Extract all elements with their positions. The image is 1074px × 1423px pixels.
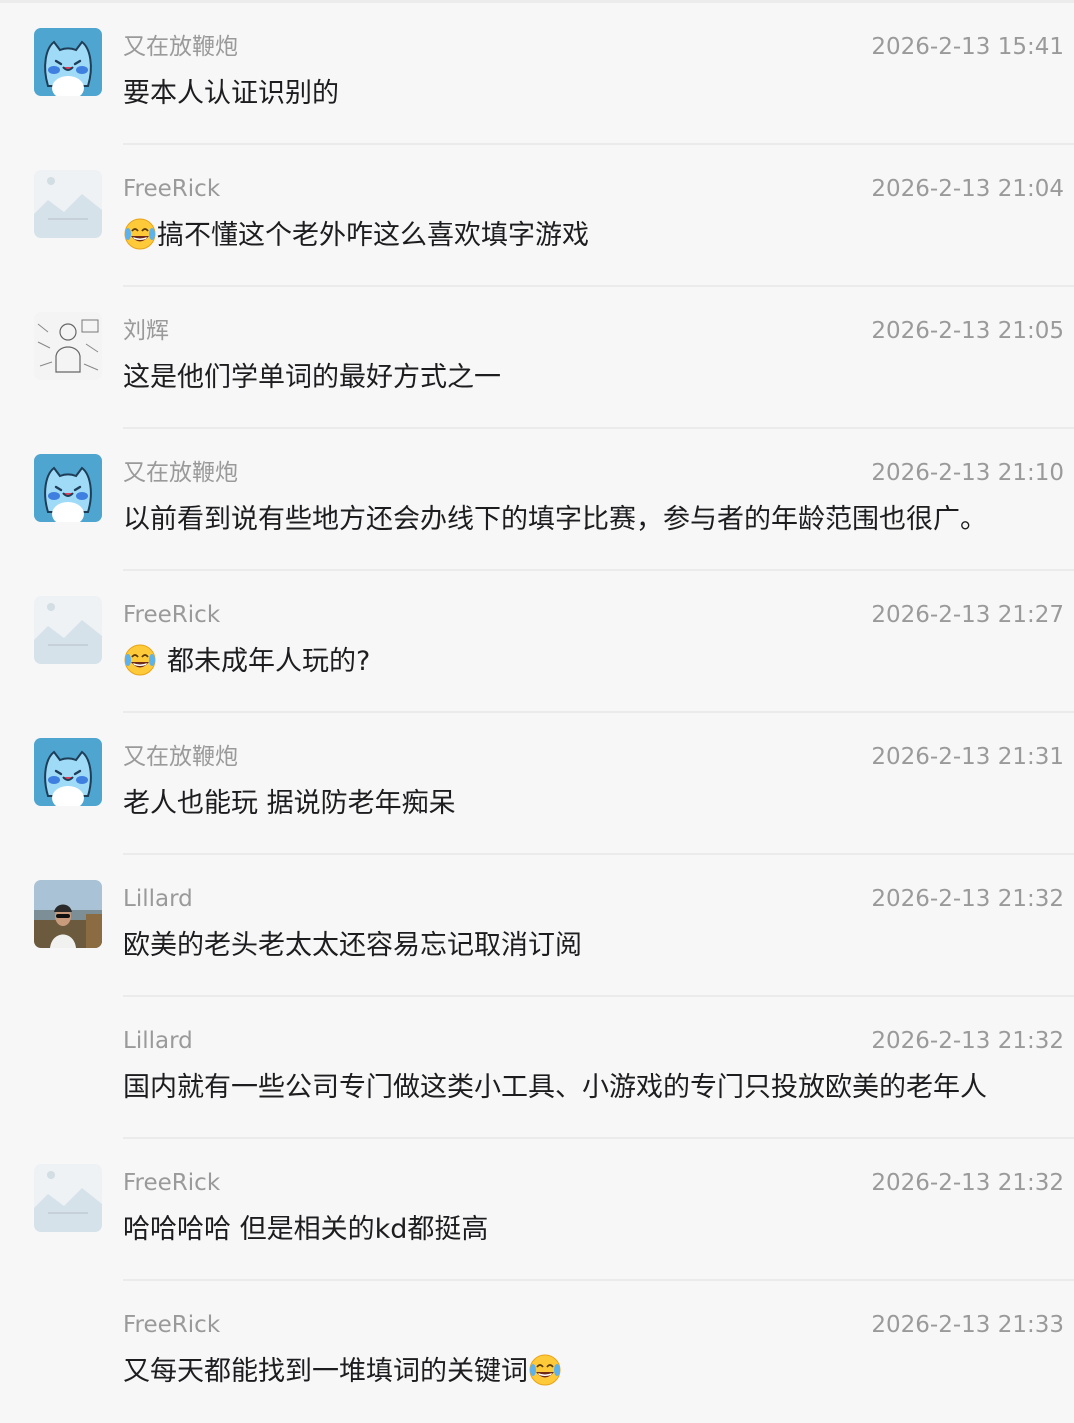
comment-author[interactable]: 又在放鞭炮 (123, 741, 238, 773)
user-avatar[interactable] (34, 28, 102, 96)
comment-author[interactable]: Lillard (123, 883, 193, 915)
tears-of-joy-emoji-icon (528, 1353, 562, 1387)
comment-text: 都未成年人玩的? (167, 646, 371, 677)
comment-timestamp: 2026-2-13 15:41 (871, 34, 1064, 60)
sketch-icon (34, 312, 102, 380)
comment-author[interactable]: FreeRick (123, 173, 220, 205)
comment-timestamp: 2026-2-13 21:32 (871, 1170, 1064, 1196)
comment-content: 搞不懂这个老外咋这么喜欢填字游戏 (123, 217, 1054, 255)
user-avatar[interactable] (34, 312, 102, 380)
comment-content: 都未成年人玩的? (123, 643, 1054, 681)
cat-icon (34, 738, 102, 806)
comment-author[interactable]: FreeRick (123, 1309, 220, 1341)
comment-author[interactable]: 又在放鞭炮 (123, 31, 238, 63)
tears-of-joy-emoji-icon (123, 643, 157, 677)
cat-icon (34, 28, 102, 96)
person-photo-icon (34, 880, 102, 948)
comment-item: FreeRick 2026-2-13 21:27 都未成年人玩的? (0, 571, 1074, 713)
user-avatar[interactable] (34, 596, 102, 664)
user-avatar[interactable] (34, 454, 102, 522)
landscape-placeholder-icon (34, 596, 102, 664)
comment-content: 以前看到说有些地方还会办线下的填字比赛，参与者的年龄范围也很广。 (123, 501, 1054, 539)
comment-author[interactable]: FreeRick (123, 1167, 220, 1199)
comment-item: 又在放鞭炮 2026-2-13 21:31 老人也能玩 据说防老年痴呆 (0, 713, 1074, 855)
user-avatar[interactable] (34, 738, 102, 806)
comment-content: 老人也能玩 据说防老年痴呆 (123, 785, 1054, 823)
comment-list: 又在放鞭炮 2026-2-13 15:41 要本人认证识别的 FreeRick 202… (0, 3, 1074, 1423)
landscape-placeholder-icon (34, 1164, 102, 1232)
comment-text: 欧美的老头老太太还容易忘记取消订阅 (123, 930, 582, 961)
comment-author[interactable]: Lillard (123, 1025, 193, 1057)
comment-author[interactable]: 又在放鞭炮 (123, 457, 238, 489)
comment-content: 又每天都能找到一堆填词的关键词 (123, 1353, 1054, 1391)
comment-item: Lillard 2026-2-13 21:32 欧美的老头老太太还容易忘记取消订阅 (0, 855, 1074, 997)
comment-text: 哈哈哈哈 但是相关的kd都挺高 (123, 1214, 489, 1245)
comment-content: 要本人认证识别的 (123, 75, 1054, 113)
comment-content: 哈哈哈哈 但是相关的kd都挺高 (123, 1211, 1054, 1249)
comment-item: 刘辉 2026-2-13 21:05 这是他们学单词的最好方式之一 (0, 287, 1074, 429)
comment-content: 这是他们学单词的最好方式之一 (123, 359, 1054, 397)
comment-content: 欧美的老头老太太还容易忘记取消订阅 (123, 927, 1054, 965)
comment-timestamp: 2026-2-13 21:27 (871, 602, 1064, 628)
user-avatar[interactable] (34, 880, 102, 948)
comment-text: 国内就有一些公司专门做这类小工具、小游戏的专门只投放欧美的老年人 (123, 1072, 987, 1103)
cat-icon (34, 454, 102, 522)
comment-text: 要本人认证识别的 (123, 78, 339, 109)
comment-author[interactable]: 刘辉 (123, 315, 169, 347)
landscape-placeholder-icon (34, 170, 102, 238)
comment-item: Lillard 2026-2-13 21:32 国内就有一些公司专门做这类小工具、小… (0, 997, 1074, 1139)
comment-item: FreeRick 2026-2-13 21:33 又每天都能找到一堆填词的关键词 (0, 1281, 1074, 1423)
comment-item: 又在放鞭炮 2026-2-13 15:41 要本人认证识别的 (0, 3, 1074, 145)
comment-text: 搞不懂这个老外咋这么喜欢填字游戏 (157, 220, 589, 251)
comment-timestamp: 2026-2-13 21:04 (871, 176, 1064, 202)
comment-timestamp: 2026-2-13 21:05 (871, 318, 1064, 344)
comment-author[interactable]: FreeRick (123, 599, 220, 631)
tears-of-joy-emoji-icon (123, 217, 157, 251)
comment-text: 这是他们学单词的最好方式之一 (123, 362, 501, 393)
comment-text: 又每天都能找到一堆填词的关键词 (123, 1356, 528, 1387)
comment-item: FreeRick 2026-2-13 21:32 哈哈哈哈 但是相关的kd都挺高 (0, 1139, 1074, 1281)
comment-item: FreeRick 2026-2-13 21:04 搞不懂这个老外咋这么喜欢填字游戏 (0, 145, 1074, 287)
comment-timestamp: 2026-2-13 21:33 (871, 1312, 1064, 1338)
comment-text: 以前看到说有些地方还会办线下的填字比赛，参与者的年龄范围也很广。 (123, 504, 987, 535)
comment-timestamp: 2026-2-13 21:10 (871, 460, 1064, 486)
comment-timestamp: 2026-2-13 21:32 (871, 886, 1064, 912)
comment-text: 老人也能玩 据说防老年痴呆 (123, 788, 456, 819)
comment-content: 国内就有一些公司专门做这类小工具、小游戏的专门只投放欧美的老年人 (123, 1069, 1054, 1107)
user-avatar[interactable] (34, 1164, 102, 1232)
comment-timestamp: 2026-2-13 21:32 (871, 1028, 1064, 1054)
comment-item: 又在放鞭炮 2026-2-13 21:10 以前看到说有些地方还会办线下的填字比赛，… (0, 429, 1074, 571)
comment-timestamp: 2026-2-13 21:31 (871, 744, 1064, 770)
user-avatar[interactable] (34, 170, 102, 238)
